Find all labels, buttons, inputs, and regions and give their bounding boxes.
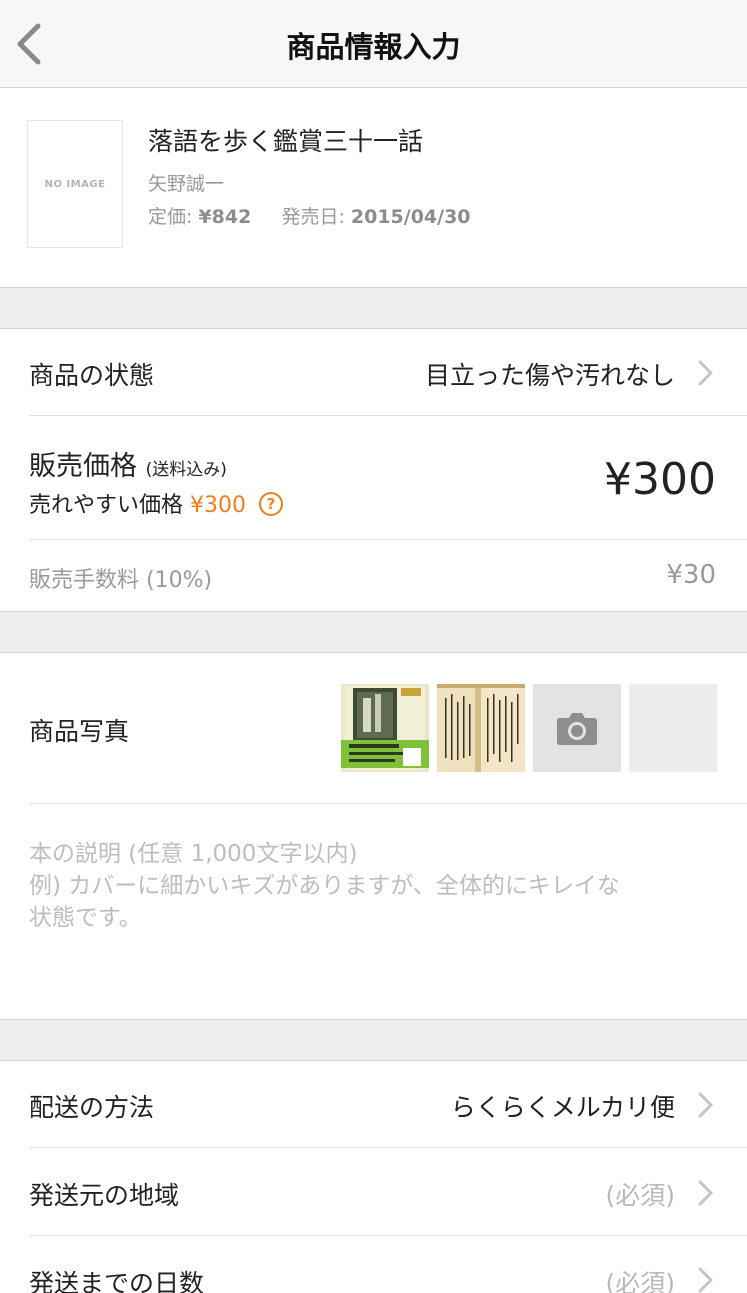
ship-days-row[interactable]: 発送までの日数 (必須) <box>0 1236 747 1293</box>
ship-from-row[interactable]: 発送元の地域 (必須) <box>0 1148 747 1235</box>
ship-days-label: 発送までの日数 <box>29 1269 205 1293</box>
help-icon[interactable]: ? <box>259 492 284 516</box>
divider <box>29 803 747 804</box>
fee-label: 販売手数料 (10%) <box>29 568 213 593</box>
add-photo-button[interactable] <box>533 684 621 772</box>
product-image-placeholder: NO IMAGE <box>27 120 123 248</box>
list-price-label: 定価: <box>148 206 193 228</box>
price-input[interactable]: ¥300 <box>604 454 716 505</box>
chevron-right-icon <box>698 1092 713 1118</box>
section-gap <box>0 611 747 653</box>
ship-days-value: (必須) <box>605 1269 675 1293</box>
condition-value: 目立った傷や汚れなし <box>424 361 675 390</box>
shipping-method-row[interactable]: 配送の方法 らくらくメルカリ便 <box>0 1061 747 1148</box>
release-label: 発売日: <box>281 206 345 228</box>
ship-from-value: (必須) <box>605 1181 675 1210</box>
shipping-method-label: 配送の方法 <box>29 1093 155 1122</box>
section-gap <box>0 1019 747 1061</box>
book-meta: 定価: ¥842 発売日: 2015/04/30 <box>148 202 471 229</box>
price-label-text: 販売価格 <box>29 451 137 482</box>
condition-label: 商品の状態 <box>29 361 155 390</box>
shipping-method-value: らくらくメルカリ便 <box>450 1093 675 1122</box>
book-title: 落語を歩く鑑賞三十一話 <box>148 127 424 156</box>
description-textarea[interactable]: 本の説明 (任意 1,000文字以内) 例) カバーに細かいキズがありますが、全… <box>29 838 719 934</box>
book-page-image <box>437 684 525 772</box>
photo-thumbnail-cover[interactable] <box>341 684 429 772</box>
camera-icon <box>557 713 597 745</box>
condition-row[interactable]: 商品の状態 目立った傷や汚れなし <box>0 329 747 416</box>
fee-value: ¥30 <box>666 560 716 590</box>
photos-label: 商品写真 <box>29 717 130 746</box>
book-author: 矢野誠一 <box>148 173 225 195</box>
chevron-right-icon <box>698 1267 713 1293</box>
page-title: 商品情報入力 <box>286 30 461 64</box>
price-label-note: (送料込み) <box>145 460 227 480</box>
book-cover-image <box>341 684 429 772</box>
empty-photo-slot[interactable] <box>629 684 717 772</box>
divider <box>29 539 747 540</box>
suggested-price-label: 売れやすい価格 <box>29 493 184 518</box>
chevron-right-icon <box>698 360 713 386</box>
ship-from-label: 発送元の地域 <box>29 1181 180 1210</box>
product-info: NO IMAGE 落語を歩く鑑賞三十一話 矢野誠一 定価: ¥842 発売日: … <box>0 89 747 287</box>
list-price: ¥842 <box>198 206 252 228</box>
suggested-price: 売れやすい価格 ¥300 ? <box>29 487 284 519</box>
price-label: 販売価格 (送料込み) <box>29 444 227 483</box>
chevron-right-icon <box>698 1180 713 1206</box>
nav-bar: 商品情報入力 <box>0 0 747 88</box>
section-gap <box>0 287 747 329</box>
release-date: 2015/04/30 <box>350 206 471 228</box>
photo-thumbnail-page[interactable] <box>437 684 525 772</box>
suggested-price-value: ¥300 <box>190 493 247 518</box>
